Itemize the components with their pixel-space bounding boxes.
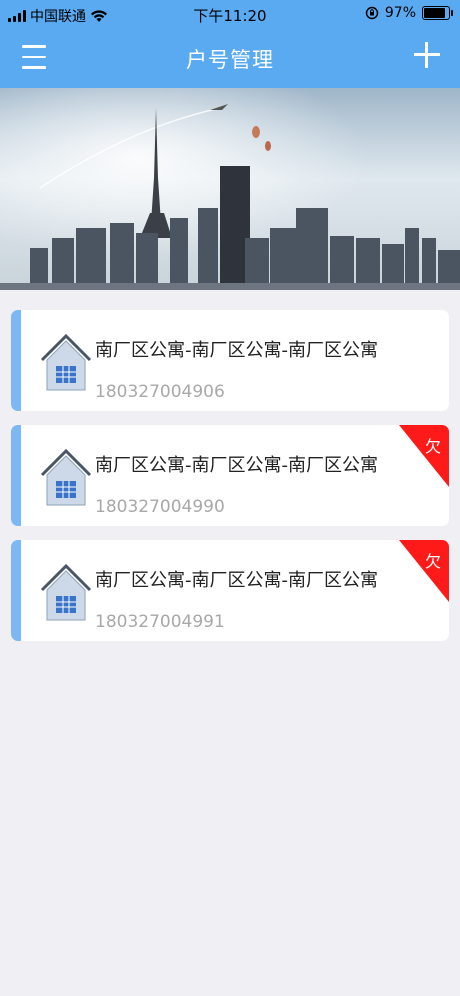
card-accent xyxy=(11,310,21,411)
house-icon xyxy=(40,563,92,621)
account-number: 180327004990 xyxy=(95,497,225,517)
owe-badge: 欠 xyxy=(399,425,449,487)
page-title: 户号管理 xyxy=(186,48,274,72)
list-item[interactable]: 南厂区公寓-南厂区公寓-南厂区公寓 180327004906 xyxy=(11,310,449,411)
add-account-button[interactable] xyxy=(414,42,440,68)
account-number: 180327004991 xyxy=(95,612,225,632)
header: 中国联通 下午11:20 97% 户号管理 xyxy=(0,0,460,88)
card-accent xyxy=(11,540,21,641)
list-item[interactable]: 南厂区公寓-南厂区公寓-南厂区公寓 180327004991 欠 xyxy=(11,540,449,641)
card-accent xyxy=(11,425,21,526)
house-icon xyxy=(40,448,92,506)
owe-badge-label: 欠 xyxy=(424,552,441,571)
owe-badge-label: 欠 xyxy=(424,437,441,456)
owe-badge: 欠 xyxy=(399,540,449,602)
battery-icon xyxy=(422,6,453,20)
account-list: 南厂区公寓-南厂区公寓-南厂区公寓 180327004906 南厂区公寓-南厂区… xyxy=(11,310,449,655)
account-name: 南厂区公寓-南厂区公寓-南厂区公寓 xyxy=(95,340,378,361)
orientation-lock-icon xyxy=(365,6,379,20)
list-item[interactable]: 南厂区公寓-南厂区公寓-南厂区公寓 180327004990 欠 xyxy=(11,425,449,526)
house-icon xyxy=(40,333,92,391)
nav-bar: 户号管理 xyxy=(0,30,460,88)
account-number: 180327004906 xyxy=(95,382,225,402)
banner-image xyxy=(0,88,460,290)
account-name: 南厂区公寓-南厂区公寓-南厂区公寓 xyxy=(95,455,378,476)
account-name: 南厂区公寓-南厂区公寓-南厂区公寓 xyxy=(95,570,378,591)
status-bar: 中国联通 下午11:20 97% xyxy=(0,0,460,30)
battery-percent: 97% xyxy=(384,5,416,21)
